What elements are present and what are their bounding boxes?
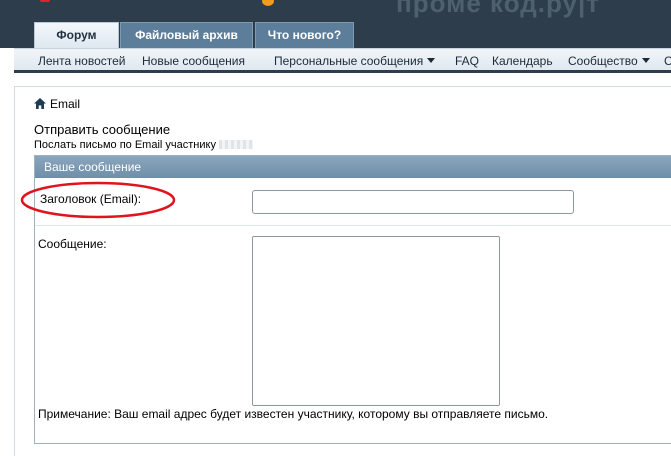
navbar: Лента новостей Новые сообщения Персональ… <box>14 48 671 73</box>
nav-community[interactable]: Сообщество <box>568 54 650 68</box>
main-tabs: Форум Файловый архив Что нового? <box>0 22 671 48</box>
section-title: Ваше сообщение <box>35 156 671 178</box>
chevron-down-icon <box>427 58 436 63</box>
nav-more[interactable]: С <box>664 54 671 68</box>
banner-text: проме код.ру|т <box>396 0 600 18</box>
logo-dot-icon <box>262 0 274 6</box>
page-subtitle: Послать письмо по Email участнику <box>34 139 253 151</box>
nav-calendar[interactable]: Календарь <box>492 54 553 68</box>
tab-whats-new[interactable]: Что нового? <box>255 22 354 48</box>
page-subtitle-text: Послать письмо по Email участнику <box>34 139 216 151</box>
message-label: Сообщение: <box>38 237 107 251</box>
row-divider <box>35 225 671 226</box>
nav-community-label: Сообщество <box>568 54 638 68</box>
subject-input[interactable] <box>252 190 574 214</box>
chevron-down-icon <box>641 58 650 63</box>
tab-file-archive[interactable]: Файловый архив <box>120 22 253 48</box>
privacy-note: Примечание: Ваш email адрес будет извест… <box>38 407 549 421</box>
home-icon[interactable] <box>34 98 46 109</box>
nav-new-posts[interactable]: Новые сообщения <box>142 54 245 68</box>
tab-forum[interactable]: Форум <box>34 22 119 48</box>
breadcrumb: Email <box>34 97 80 111</box>
subject-label: Заголовок (Email): <box>40 192 142 206</box>
nav-faq[interactable]: FAQ <box>455 54 479 68</box>
logo-mark-icon <box>40 0 50 2</box>
nav-private-messages-label: Персональные сообщения <box>274 54 424 68</box>
page-title: Отправить сообщение <box>34 122 171 137</box>
site-banner: проме код.ру|т <box>0 0 671 22</box>
breadcrumb-label: Email <box>50 97 81 111</box>
nav-news-feed[interactable]: Лента новостей <box>38 54 126 68</box>
nav-private-messages[interactable]: Персональные сообщения <box>274 54 436 68</box>
message-textarea[interactable] <box>252 236 500 406</box>
recipient-name-blurred <box>218 140 253 149</box>
